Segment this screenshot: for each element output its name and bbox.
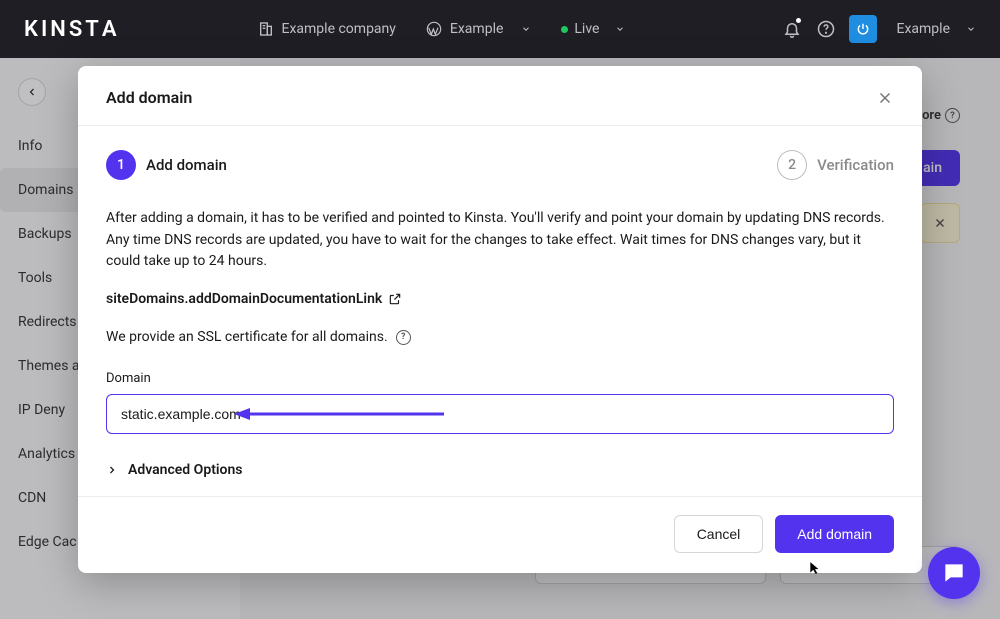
close-modal-button[interactable] bbox=[876, 89, 894, 107]
user-name: Example bbox=[897, 21, 950, 37]
step-number: 2 bbox=[777, 150, 807, 180]
environment-switcher[interactable]: Live bbox=[561, 21, 625, 37]
modal-title: Add domain bbox=[106, 88, 192, 107]
submit-button[interactable]: Add domain bbox=[775, 515, 894, 553]
power-button[interactable] bbox=[849, 15, 877, 43]
chevron-down-icon bbox=[615, 24, 625, 34]
step-2: 2 Verification bbox=[777, 150, 894, 180]
modal-overlay: Add domain 1 Add domain 2 Verification A… bbox=[0, 58, 1000, 619]
company-name: Example company bbox=[282, 21, 396, 37]
step-label: Add domain bbox=[146, 156, 227, 174]
cursor-icon bbox=[808, 561, 822, 575]
company-switcher[interactable]: Example company bbox=[258, 21, 396, 37]
modal-footer: Cancel Add domain bbox=[78, 496, 922, 573]
info-icon[interactable]: ? bbox=[396, 330, 411, 345]
domain-field-label: Domain bbox=[106, 371, 894, 386]
chat-widget-button[interactable] bbox=[928, 547, 980, 599]
add-domain-modal: Add domain 1 Add domain 2 Verification A… bbox=[78, 66, 922, 573]
topbar: KINSTA Example company Example Live Exam… bbox=[0, 0, 1000, 58]
chevron-down-icon bbox=[521, 24, 531, 34]
cancel-button[interactable]: Cancel bbox=[674, 515, 764, 553]
help-button[interactable] bbox=[809, 12, 843, 46]
step-number: 1 bbox=[106, 150, 136, 180]
building-icon bbox=[258, 21, 274, 37]
step-label: Verification bbox=[817, 156, 894, 174]
advanced-options-toggle[interactable]: Advanced Options bbox=[106, 462, 894, 478]
wordpress-icon bbox=[426, 21, 442, 37]
chevron-right-icon bbox=[106, 464, 118, 476]
power-icon bbox=[856, 22, 870, 36]
notifications-button[interactable] bbox=[775, 12, 809, 46]
chat-icon bbox=[941, 560, 967, 586]
step-1: 1 Add domain bbox=[106, 150, 227, 180]
user-menu[interactable]: Example bbox=[897, 21, 976, 37]
stepper: 1 Add domain 2 Verification bbox=[106, 150, 894, 180]
modal-description: After adding a domain, it has to be veri… bbox=[106, 208, 894, 273]
ssl-notice: We provide an SSL certificate for all do… bbox=[106, 329, 894, 345]
modal-header: Add domain bbox=[78, 66, 922, 126]
documentation-link[interactable]: siteDomains.addDomainDocumentationLink bbox=[106, 291, 894, 307]
site-name: Example bbox=[450, 21, 503, 37]
site-switcher[interactable]: Example bbox=[426, 21, 531, 37]
domain-input[interactable] bbox=[106, 394, 894, 434]
chevron-down-icon bbox=[966, 24, 976, 34]
status-dot-icon bbox=[561, 26, 568, 33]
external-link-icon bbox=[388, 292, 402, 306]
env-label: Live bbox=[574, 21, 599, 37]
help-icon bbox=[817, 20, 835, 38]
brand-logo[interactable]: KINSTA bbox=[24, 17, 118, 42]
modal-body: 1 Add domain 2 Verification After adding… bbox=[78, 126, 922, 496]
